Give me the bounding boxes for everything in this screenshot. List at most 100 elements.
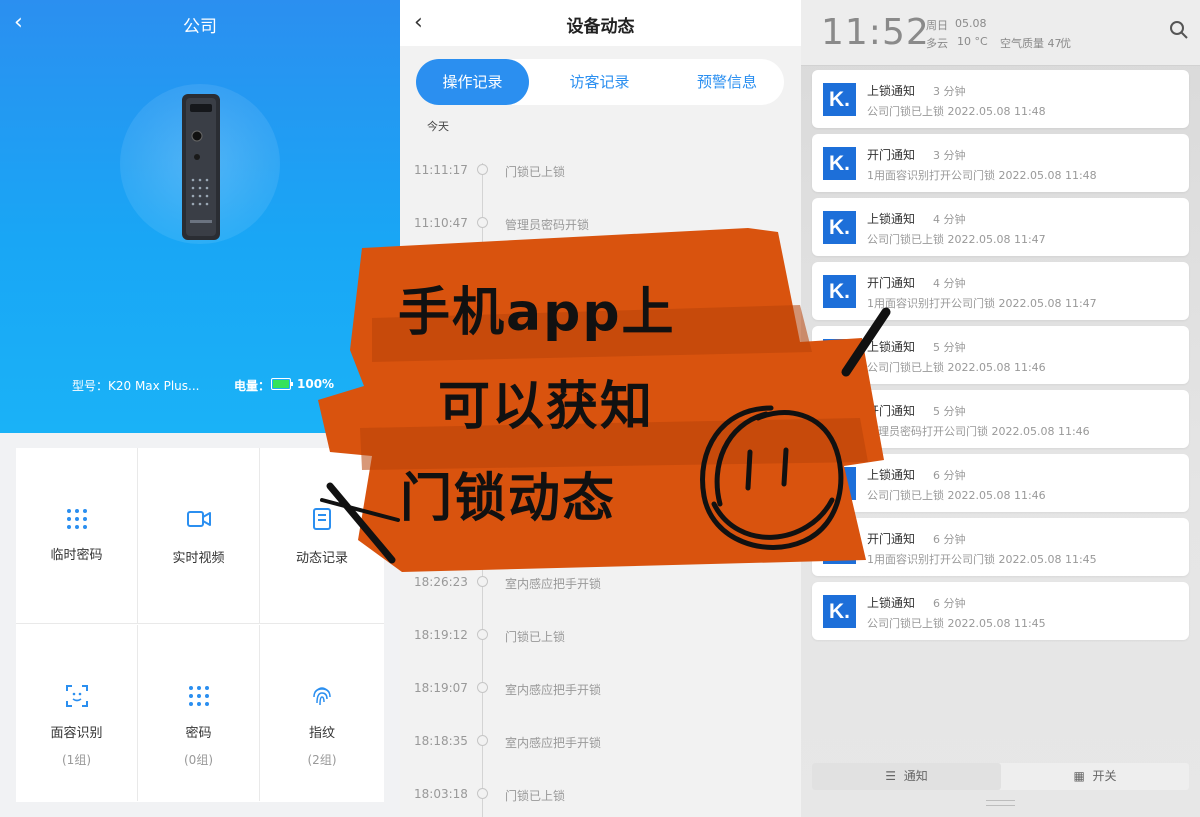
notification-card[interactable]: K. 开门通知 3 分钟 1用面容识别打开公司门锁 2022.05.08 11:… — [812, 134, 1189, 192]
app-logo-icon: K. — [823, 595, 856, 628]
record-time: 11:11:17 — [414, 163, 468, 177]
timeline-dot — [477, 735, 488, 746]
notification-title: 开门通知 — [867, 148, 916, 162]
weekday: 周日 — [926, 19, 948, 32]
feature-label: 面容识别 — [50, 726, 103, 741]
record-row: 11:10:47 管理员密码开锁 — [400, 216, 801, 236]
record-event: 门锁已上锁 — [505, 630, 566, 644]
notification-card[interactable]: K. 上锁通知 5 分钟 公司门锁已上锁 2022.05.08 11:46 — [812, 326, 1189, 384]
record-time: 18:03:18 — [414, 787, 468, 801]
notification-title: 上锁通知 — [867, 212, 916, 226]
date: 05.08 — [955, 17, 987, 30]
timeline-dot — [477, 576, 488, 587]
notification-body: 公司门锁已上锁 2022.05.08 11:48 — [867, 105, 1046, 118]
notification-age: 5 分钟 — [933, 405, 966, 418]
tab-label: 开关 — [1092, 769, 1117, 783]
timeline-dot — [477, 788, 488, 799]
drag-handle[interactable] — [986, 800, 1015, 806]
feature-count: (0组) — [184, 753, 213, 767]
notification-body: 公司门锁已上锁 2022.05.08 11:45 — [867, 617, 1046, 630]
air-level: 优 — [1060, 37, 1071, 50]
keypad-icon — [188, 686, 209, 706]
record-row: 11:11:17 门锁已上锁 — [400, 163, 801, 183]
timeline-dot — [477, 682, 488, 693]
feature-face-recognition[interactable]: 面容识别 (1组) — [16, 625, 138, 801]
tab-alerts[interactable]: 预警信息 — [670, 59, 784, 105]
document-list-icon — [313, 508, 331, 530]
app-logo-icon: K. — [823, 275, 856, 308]
record-event: 室内感应把手开锁 — [505, 683, 602, 697]
notification-body: 1用面容识别打开公司门锁 2022.05.08 11:48 — [867, 169, 1097, 182]
app-logo-icon: K. — [823, 339, 856, 372]
record-row: 18:18:35 室内感应把手开锁 — [400, 734, 801, 754]
app-logo-icon: K. — [823, 83, 856, 116]
notification-body: 公司门锁已上锁 2022.05.08 11:46 — [867, 489, 1046, 502]
face-scan-icon — [65, 685, 88, 707]
record-event: 室内感应把手开锁 — [505, 736, 602, 750]
notification-card[interactable]: K. 上锁通知 6 分钟 公司门锁已上锁 2022.05.08 11:46 — [812, 454, 1189, 512]
notification-age: 5 分钟 — [933, 341, 966, 354]
record-time: 18:26:23 — [414, 575, 468, 589]
battery-value: 100% — [297, 377, 335, 391]
feature-live-video[interactable]: 实时视频 — [138, 448, 260, 624]
notification-card[interactable]: K. 开门通知 5 分钟 管理员密码打开公司门锁 2022.05.08 11:4… — [812, 390, 1189, 448]
page-title: 公司 — [183, 17, 217, 37]
notification-body: 公司门锁已上锁 2022.05.08 11:46 — [867, 361, 1046, 374]
record-event: 管理员密码开锁 — [505, 218, 590, 232]
notification-card[interactable]: K. 上锁通知 6 分钟 公司门锁已上锁 2022.05.08 11:45 — [812, 582, 1189, 640]
notification-card[interactable]: K. 开门通知 4 分钟 1用面容识别打开公司门锁 2022.05.08 11:… — [812, 262, 1189, 320]
notification-body: 1用面容识别打开公司门锁 2022.05.08 11:47 — [867, 297, 1097, 310]
record-time: 18:19:07 — [414, 681, 468, 695]
feature-activity-log[interactable]: 动态记录 — [260, 448, 384, 624]
feature-temp-password[interactable]: 临时密码 — [16, 448, 138, 624]
record-event: 室内感应把手开锁 — [505, 577, 602, 591]
tab-toggles[interactable]: ▦ 开关 — [1001, 763, 1189, 790]
tab-notifications[interactable]: ☰ 通知 — [812, 763, 1001, 790]
fingerprint-icon — [313, 687, 331, 706]
record-row: 18:26:23 室内感应把手开锁 — [400, 575, 801, 595]
grid-icon: ▦ — [1073, 769, 1085, 783]
battery-icon — [271, 378, 293, 390]
record-time: 11:10:47 — [414, 216, 468, 230]
notification-title: 上锁通知 — [867, 84, 916, 98]
page-title: 设备动态 — [566, 17, 635, 37]
notification-age: 4 分钟 — [933, 213, 966, 226]
feature-grid: 临时密码 实时视频 动态记录 面容识别 (1组) 密码 (0组) 指纹 (2组) — [16, 448, 384, 802]
feature-label: 实时视频 — [172, 551, 225, 566]
timeline-dot — [477, 164, 488, 175]
tab-label: 通知 — [903, 769, 928, 783]
air-quality: 空气质量 47 — [1000, 37, 1062, 50]
app-logo-icon: K. — [823, 467, 856, 500]
notification-body: 管理员密码打开公司门锁 2022.05.08 11:46 — [867, 425, 1090, 438]
record-row: 18:19:07 室内感应把手开锁 — [400, 681, 801, 701]
record-event: 门锁已上锁 — [505, 789, 566, 803]
notification-title: 开门通知 — [867, 276, 916, 290]
battery-label: 电量： — [234, 379, 271, 393]
notification-age: 6 分钟 — [933, 597, 966, 610]
list-icon: ☰ — [885, 769, 897, 783]
device-home-panel: ‹ 公司 型号：K20 Max Plus... 电量： 100% 临时密码 实时… — [0, 0, 400, 817]
feature-fingerprint[interactable]: 指纹 (2组) — [260, 625, 384, 801]
tab-visitor-log[interactable]: 访客记录 — [543, 59, 656, 105]
notification-card[interactable]: K. 上锁通知 3 分钟 公司门锁已上锁 2022.05.08 11:48 — [812, 70, 1189, 128]
smart-lock-image — [182, 94, 220, 240]
feature-password[interactable]: 密码 (0组) — [138, 625, 260, 801]
model-label: 型号：K20 Max Plus... — [72, 379, 200, 393]
video-camera-icon — [186, 511, 211, 527]
timeline-line — [482, 163, 483, 817]
notification-card[interactable]: K. 上锁通知 4 分钟 公司门锁已上锁 2022.05.08 11:47 — [812, 198, 1189, 256]
section-date-label: 今天 — [427, 120, 449, 133]
notification-card[interactable]: K. 开门通知 6 分钟 1用面容识别打开公司门锁 2022.05.08 11:… — [812, 518, 1189, 576]
keypad-icon — [66, 509, 87, 529]
notification-bottom-bar: ☰ 通知 ▦ 开关 — [812, 763, 1189, 790]
timeline-dot — [477, 629, 488, 640]
record-time: 18:19:12 — [414, 628, 468, 642]
record-event: 门锁已上锁 — [505, 165, 566, 179]
tab-operation-log[interactable]: 操作记录 — [416, 59, 529, 105]
activity-panel: ‹ 设备动态 操作记录 访客记录 预警信息 今天 11:11:17 门锁已上锁 … — [400, 0, 801, 817]
notification-age: 3 分钟 — [933, 149, 966, 162]
search-icon[interactable] — [1168, 19, 1190, 41]
feature-count: (2组) — [307, 753, 337, 767]
notification-age: 4 分钟 — [933, 277, 966, 290]
notification-title: 上锁通知 — [867, 340, 916, 354]
